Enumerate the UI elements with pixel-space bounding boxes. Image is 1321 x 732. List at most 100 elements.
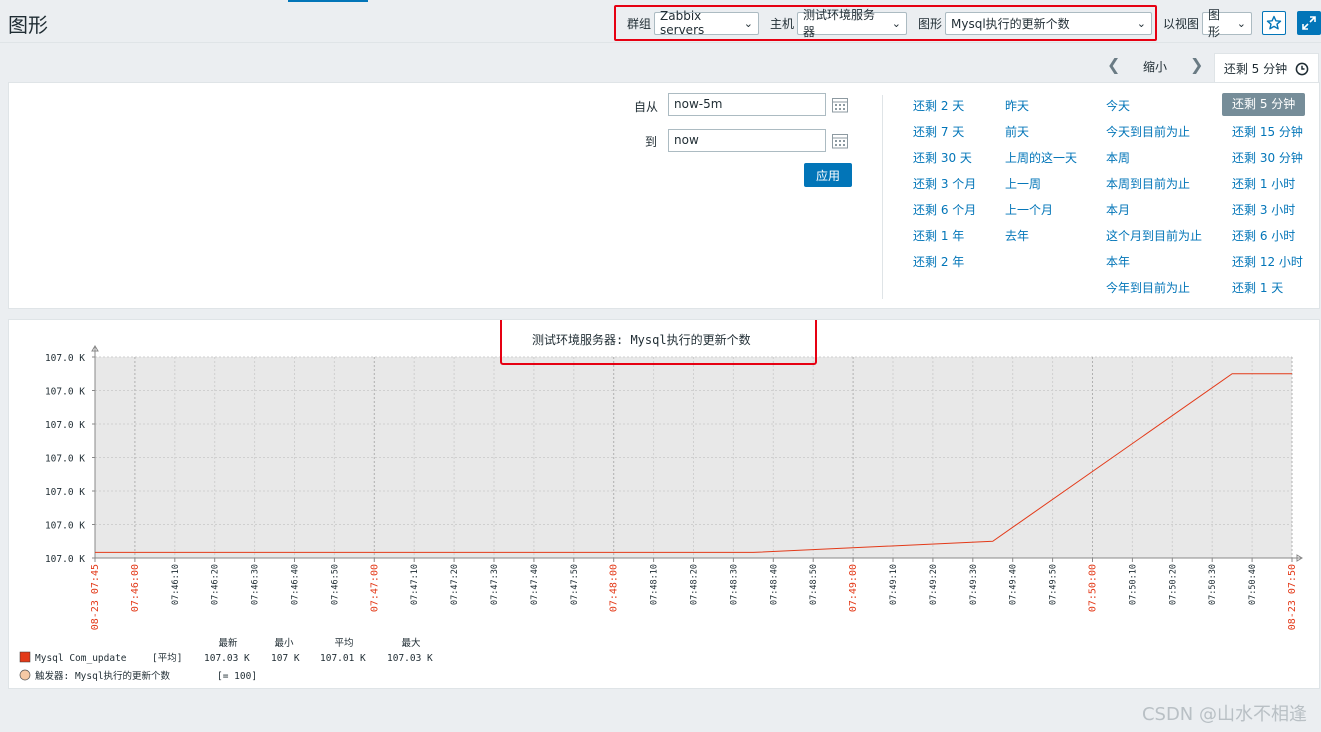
x-tick-label: 07:46:20 [211, 564, 221, 605]
time-range-tab[interactable]: 还剩 5 分钟 [1214, 53, 1319, 83]
quick-range-link[interactable]: 还剩 6 个月 [913, 201, 976, 218]
quick-range-link[interactable]: 还剩 30 天 [913, 149, 972, 166]
quick-range-link[interactable]: 本周到目前为止 [1106, 175, 1190, 192]
x-tick-label: 07:49:00 [848, 564, 859, 612]
graph-label: 图形 [918, 16, 943, 31]
quick-range-link[interactable]: 本月 [1106, 201, 1130, 218]
x-tick-label: 07:46:10 [171, 564, 181, 605]
x-tick-label: 08-23 07:45 [90, 564, 101, 630]
group-select[interactable]: Zabbix servers ⌄ [654, 9, 760, 37]
quick-range-link[interactable]: 前天 [1005, 123, 1029, 140]
zoom-out-button[interactable]: 缩小 [1143, 58, 1167, 75]
top-accent-line [0, 0, 1321, 2]
header-separator [0, 42, 1321, 43]
time-navigation: ❮ 缩小 ❯ 还剩 5 分钟 [0, 50, 1321, 83]
quick-range-link[interactable]: 还剩 5 分钟 [1222, 93, 1306, 116]
time-range-tab-label: 还剩 5 分钟 [1223, 62, 1288, 76]
quick-range-link[interactable]: 还剩 3 小时 [1232, 201, 1295, 218]
x-tick-label: 07:48:30 [729, 564, 739, 605]
quick-range-link[interactable]: 上周的这一天 [1005, 149, 1077, 166]
calendar-icon[interactable] [831, 132, 849, 150]
chart-title: 测试环境服务器: Mysql执行的更新个数 [532, 332, 751, 347]
y-tick-label: 107.0 K [45, 554, 85, 565]
calendar-icon[interactable] [831, 96, 849, 114]
host-filter: 主机 测试环境服务器 ⌄ [770, 8, 908, 39]
trigger-legend-value: [= 100] [217, 671, 257, 682]
host-select-value: 测试环境服务器 [803, 8, 876, 39]
x-tick-label: 07:47:00 [369, 564, 380, 612]
x-tick-label: 08-23 07:50 [1287, 564, 1298, 630]
y-tick-label: 107.0 K [45, 387, 85, 398]
quick-range-link[interactable]: 还剩 2 年 [913, 253, 964, 270]
x-tick-label: 07:46:40 [291, 564, 301, 605]
legend-cell: 107 K [271, 653, 300, 664]
group-label: 群组 [627, 16, 652, 31]
chevron-down-icon: ⌄ [891, 16, 902, 30]
view-select[interactable]: 图形 ⌄ [1202, 8, 1253, 39]
legend-header: 最新 [218, 637, 238, 649]
y-tick-label: 107.0 K [45, 521, 85, 532]
chevron-left-icon[interactable]: ❮ [1107, 55, 1120, 74]
x-tick-label: 07:47:40 [530, 564, 540, 605]
favorite-button[interactable] [1262, 11, 1286, 35]
graph-select[interactable]: Mysql执行的更新个数 ⌄ [945, 11, 1153, 35]
legend-cell: 107.03 K [204, 653, 250, 664]
from-label: 自从 [634, 100, 659, 114]
apply-button[interactable]: 应用 [804, 163, 852, 187]
watermark: CSDN @山水不相逢 [1141, 704, 1307, 725]
from-input[interactable]: now-5m [668, 93, 826, 116]
group-filter: 群组 Zabbix servers ⌄ [627, 9, 760, 37]
quick-range-link[interactable]: 还剩 30 分钟 [1232, 149, 1303, 166]
quick-range-link[interactable]: 还剩 6 小时 [1232, 227, 1295, 244]
fullscreen-button[interactable] [1297, 11, 1321, 35]
x-tick-label: 07:47:10 [410, 564, 420, 605]
x-tick-label: 07:49:40 [1009, 564, 1019, 605]
x-tick-label: 07:47:50 [570, 564, 580, 605]
quick-range-link[interactable]: 还剩 3 个月 [913, 175, 976, 192]
graph-select-value: Mysql执行的更新个数 [951, 16, 1070, 31]
quick-range-link[interactable]: 还剩 2 天 [913, 97, 964, 114]
quick-range-link[interactable]: 今天 [1106, 97, 1130, 114]
quick-range-link[interactable]: 还剩 12 小时 [1232, 253, 1303, 270]
quick-range-link[interactable]: 还剩 7 天 [913, 123, 964, 140]
x-tick-label: 07:49:50 [1049, 564, 1059, 605]
host-label: 主机 [770, 16, 795, 31]
quick-range-link[interactable]: 本周 [1106, 149, 1130, 166]
x-tick-label: 07:50:30 [1208, 564, 1218, 605]
quick-range-link[interactable]: 今年到目前为止 [1106, 279, 1190, 296]
x-tick-label: 07:49:20 [929, 564, 939, 605]
group-select-value: Zabbix servers [660, 9, 705, 37]
quick-range-link[interactable]: 上一周 [1005, 175, 1041, 192]
legend-header: 最大 [401, 637, 421, 649]
graph-panel: 测试环境服务器: Mysql执行的更新个数 107.0 K 107.0 K 107.0… [8, 319, 1320, 689]
quick-range-link[interactable]: 本年 [1106, 253, 1130, 270]
x-tick-label: 07:48:40 [769, 564, 779, 605]
quick-range-link[interactable]: 今天到目前为止 [1106, 123, 1190, 140]
quick-range-link[interactable]: 还剩 1 小时 [1232, 175, 1295, 192]
time-selection-panel: 自从 now-5m 到 now 应用 还剩 2 天还剩 7 天还剩 30 天还剩… [8, 82, 1320, 309]
x-tick-label: 07:49:30 [969, 564, 979, 605]
quick-range-link[interactable]: 去年 [1005, 227, 1029, 244]
legend-header: 最小 [274, 638, 294, 649]
x-tick-label: 07:47:20 [450, 564, 460, 605]
quick-range-link[interactable]: 昨天 [1005, 97, 1029, 114]
graph-filter: 图形 Mysql执行的更新个数 ⌄ [918, 9, 1153, 37]
quick-range-link[interactable]: 这个月到目前为止 [1106, 227, 1202, 244]
quick-range-link[interactable]: 还剩 15 分钟 [1232, 123, 1303, 140]
chevron-right-icon[interactable]: ❯ [1190, 55, 1203, 74]
chevron-down-icon: ⌄ [1136, 16, 1147, 30]
x-tick-label: 07:48:20 [690, 564, 700, 605]
to-input[interactable]: now [668, 129, 826, 152]
quick-range-link[interactable]: 上一个月 [1005, 201, 1053, 218]
top-accent [288, 0, 368, 2]
host-select[interactable]: 测试环境服务器 ⌄ [797, 8, 908, 39]
legend-cell: 107.01 K [320, 653, 366, 664]
x-tick-label: 07:48:00 [609, 564, 620, 612]
x-tick-label: 07:50:20 [1168, 564, 1178, 605]
quick-range-link[interactable]: 还剩 1 年 [913, 227, 964, 244]
y-tick-label: 107.0 K [45, 420, 85, 431]
quick-range-link[interactable]: 还剩 1 天 [1232, 279, 1283, 296]
x-tick-label: 07:46:50 [330, 564, 340, 605]
x-tick-label: 07:46:30 [251, 564, 261, 605]
view-label: 以视图 [1163, 16, 1200, 31]
